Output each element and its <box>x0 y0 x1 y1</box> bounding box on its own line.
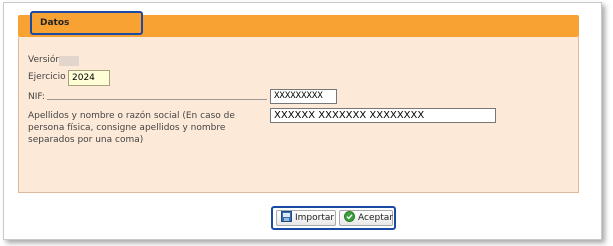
check-icon <box>344 211 355 225</box>
ejercicio-input[interactable]: 2024 <box>68 70 110 86</box>
nif-leader-line <box>47 99 267 100</box>
aceptar-label: Aceptar <box>358 213 393 223</box>
importar-button[interactable]: Importar <box>276 210 336 226</box>
import-icon <box>281 211 292 225</box>
ejercicio-label: Ejercicio <box>28 72 66 82</box>
importar-label: Importar <box>295 213 335 223</box>
nombre-input[interactable]: XXXXXX XXXXXXX XXXXXXXX <box>270 108 496 123</box>
aceptar-button[interactable]: Aceptar <box>339 210 393 226</box>
version-label: Versión <box>28 55 62 65</box>
nif-label: NIF: <box>28 92 45 102</box>
nif-input[interactable]: XXXXXXXXX <box>270 89 337 104</box>
version-value <box>59 56 79 66</box>
nombre-label: Apellidos y nombre o razón social (En ca… <box>28 111 235 145</box>
action-button-group: Importar Aceptar <box>271 206 396 230</box>
section-title: Datos Identificativos <box>30 11 143 48</box>
